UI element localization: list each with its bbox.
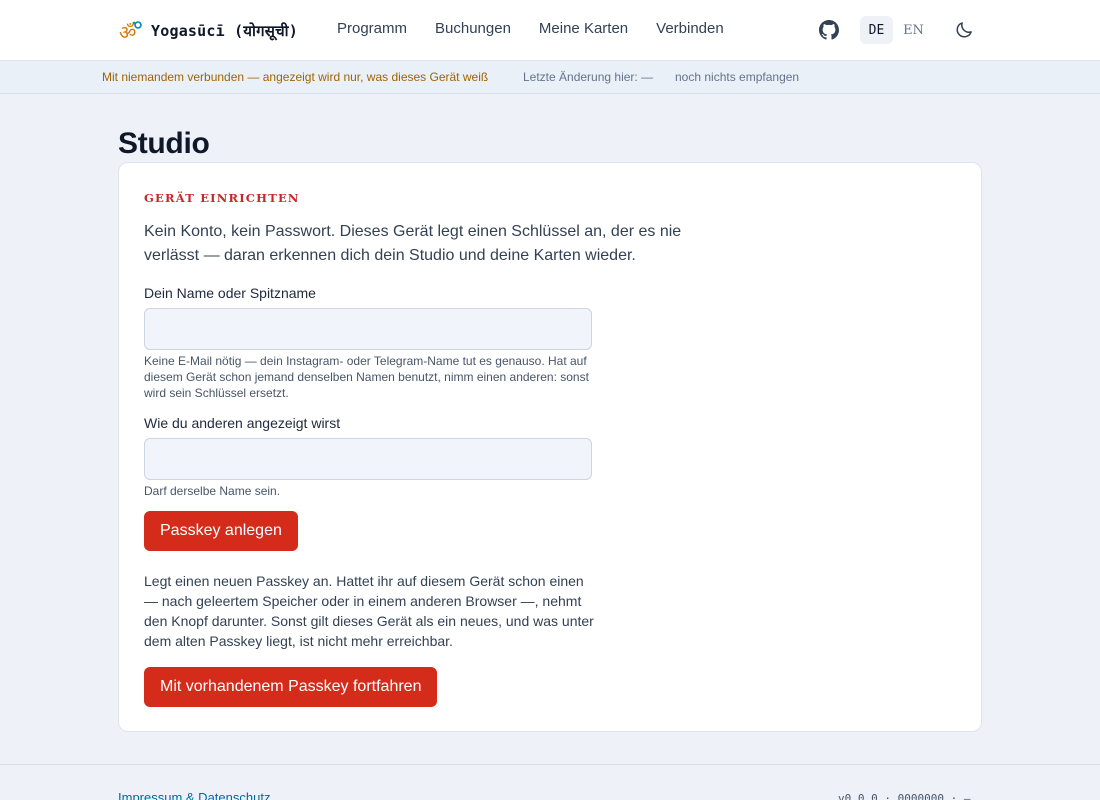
- sync-status-bar: Mit niemandem verbunden — angezeigt wird…: [0, 61, 1100, 94]
- continue-with-passkey-button[interactable]: Mit vorhandenem Passkey fortfahren: [144, 667, 438, 707]
- language-de-button[interactable]: DE: [860, 16, 893, 44]
- imprint-privacy-link[interactable]: Impressum & Datenschutz: [118, 790, 270, 800]
- intro-text: Kein Konto, kein Passwort. Dieses Gerät …: [144, 223, 682, 264]
- github-icon[interactable]: [819, 20, 839, 40]
- nav-verbinden[interactable]: Verbinden: [656, 20, 724, 37]
- passkey-note: Legt einen neuen Passkey an. Hattet ihr …: [144, 573, 594, 649]
- display-name-hint: Darf derselbe Name sein.: [144, 484, 281, 498]
- nav-programm[interactable]: Programm: [337, 20, 407, 37]
- connection-status: Mit niemandem verbunden — angezeigt wird…: [102, 70, 489, 84]
- last-change-status: Letzte Änderung hier: —: [523, 70, 654, 84]
- top-navigation-bar: ॐ Yogasūcī (योगसूची) Programm Buchungen …: [0, 0, 1100, 61]
- brand-name: Yogasūcī (योगसूची): [151, 22, 298, 40]
- version-info: v0.0.0 · 0000000 · —: [838, 792, 971, 800]
- display-name-input[interactable]: [144, 438, 592, 480]
- setup-card: GERÄT EINRICHTEN Kein Konto, kein Passwo…: [118, 162, 982, 732]
- footer-divider: [0, 764, 1100, 765]
- nav-buchungen[interactable]: Buchungen: [435, 20, 511, 37]
- brand-link[interactable]: ॐ Yogasūcī (योगसूची): [118, 18, 298, 44]
- section-eyebrow: GERÄT EINRICHTEN: [144, 191, 300, 205]
- nav-meine-karten[interactable]: Meine Karten: [539, 20, 628, 37]
- name-input[interactable]: [144, 308, 592, 350]
- name-field-label: Dein Name oder Spitzname: [144, 285, 316, 301]
- main-nav: Programm Buchungen Meine Karten Verbinde…: [337, 20, 724, 37]
- display-name-label: Wie du anderen angezeigt wirst: [144, 415, 341, 431]
- name-field-hint: Keine E-Mail nötig — dein Instagram- ode…: [144, 354, 589, 400]
- om-logo-icon: ॐ: [119, 21, 142, 43]
- moon-icon[interactable]: [954, 20, 974, 40]
- create-passkey-button[interactable]: Passkey anlegen: [144, 511, 298, 551]
- language-en-button[interactable]: EN: [897, 16, 930, 44]
- svg-text:ॐ: ॐ: [119, 22, 136, 43]
- page-title: Studio: [118, 127, 210, 160]
- received-status: noch nichts empfangen: [675, 70, 800, 84]
